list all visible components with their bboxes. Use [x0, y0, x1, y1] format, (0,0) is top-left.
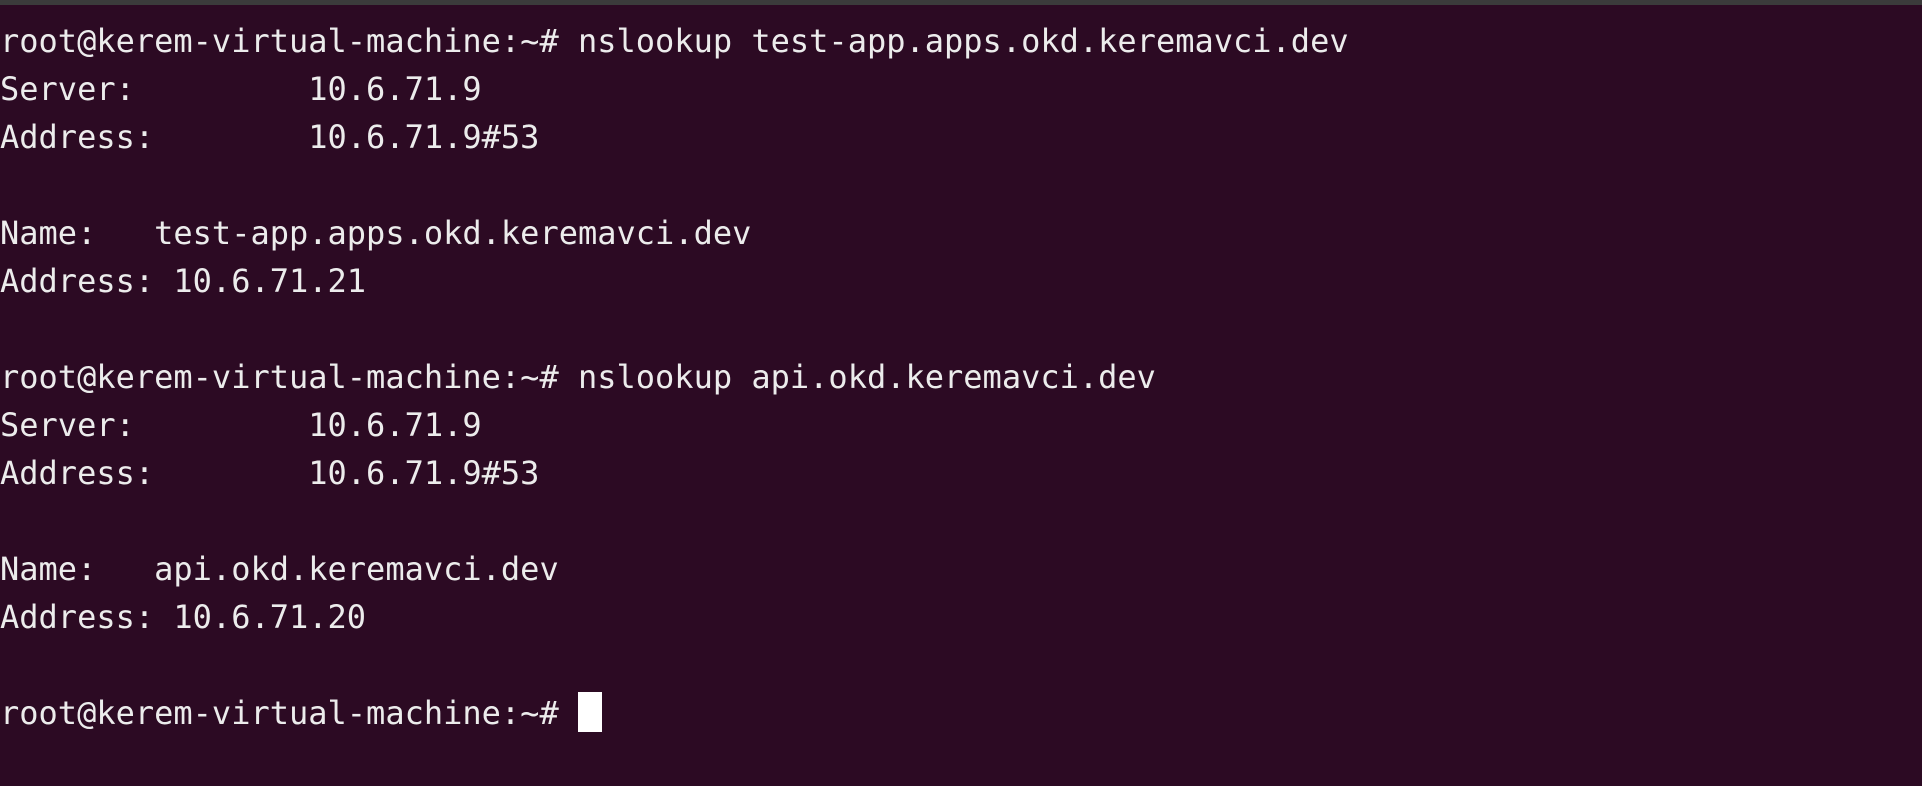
terminal-cursor — [577, 692, 602, 732]
terminal-line: Address: 10.6.71.9#53 — [0, 454, 540, 492]
terminal-line: Address: 10.6.71.20 — [0, 598, 367, 636]
terminal-line: root@kerem-virtual-machine:~# nslookup a… — [0, 358, 1156, 396]
terminal-line: Address: 10.6.71.21 — [0, 262, 367, 300]
terminal-line: Name: api.okd.keremavci.dev — [0, 550, 559, 588]
terminal-window[interactable]: root@kerem-virtual-machine:~# nslookup t… — [0, 0, 1922, 786]
terminal-prompt-line[interactable]: root@kerem-virtual-machine:~# — [0, 689, 1922, 737]
terminal-line: Address: 10.6.71.9#53 — [0, 118, 540, 156]
terminal-line: root@kerem-virtual-machine:~# nslookup t… — [0, 22, 1349, 60]
terminal-line: Name: test-app.apps.okd.keremavci.dev — [0, 214, 752, 252]
terminal-output[interactable]: root@kerem-virtual-machine:~# nslookup t… — [0, 17, 1922, 737]
terminal-line: Server: 10.6.71.9 — [0, 406, 482, 444]
terminal-line: Server: 10.6.71.9 — [0, 70, 482, 108]
terminal-prompt: root@kerem-virtual-machine:~# — [0, 694, 578, 732]
